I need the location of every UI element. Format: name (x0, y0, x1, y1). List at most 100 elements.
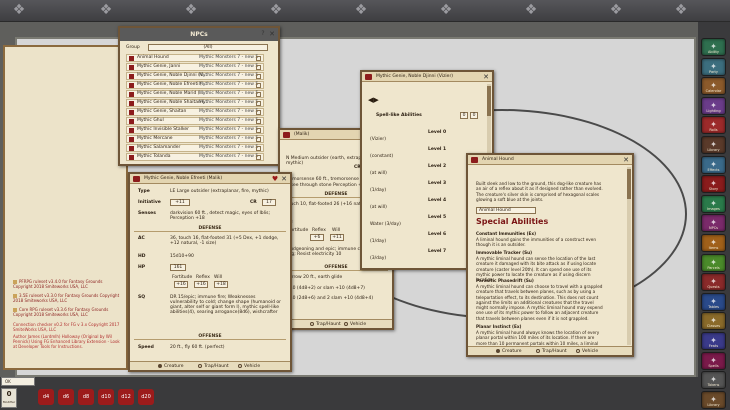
spell-entry[interactable]: (1/day) (370, 188, 386, 193)
npc-list-item[interactable]: Mythic Genie, Noble Efreeti (... Mythic M… (126, 81, 264, 89)
npc-list-item[interactable]: Animal Hound Mythic Monsters 7 - new 5 (126, 54, 264, 62)
reflex-save-field[interactable]: +16 (194, 281, 208, 288)
sidebar-button-library[interactable]: ✦ Library (701, 136, 726, 154)
close-icon[interactable]: ✕ (280, 175, 288, 183)
npc-list-item[interactable]: Mythic Genie, Noble Djinni (V... Mythic M… (126, 72, 264, 80)
sidebar-button-calendar[interactable]: ✦ Calendar (701, 77, 726, 96)
save-field[interactable]: +6 (310, 234, 324, 241)
scrollbar-thumb[interactable] (627, 169, 631, 199)
chat-entry-field[interactable]: OK (1, 377, 35, 386)
will-save-field[interactable]: +18 (214, 281, 228, 288)
npc-list-window[interactable]: NPCs ? ✕ Group (All) Animal Hound Mythic … (118, 26, 280, 166)
sidebar-button-story[interactable]: ✦ Story (701, 175, 726, 194)
initiative-field[interactable]: +11 (170, 199, 190, 206)
chat-log[interactable]: PFRPG ruleset v3.4.0 for Fantasy Grounds… (3, 45, 128, 370)
tab-creature[interactable]: Creature (158, 363, 184, 370)
hp-field[interactable]: 161 (170, 264, 186, 271)
die-d12-icon[interactable]: d12 (118, 389, 134, 405)
npc-list-item[interactable]: Mythic Ghul Mythic Monsters 7 - new 5 (126, 117, 264, 125)
help-icon[interactable]: ? (259, 30, 267, 38)
sidebar-button-ability[interactable]: ✦ Ability (701, 38, 726, 56)
sidebar-button-party[interactable]: ✦ Party (701, 57, 726, 76)
save-field[interactable]: +11 (330, 234, 344, 241)
tab-trap-haunt[interactable]: Trap/Haunt (310, 321, 341, 328)
ability-name: Parasitic Phasedrift (Su) (476, 278, 534, 283)
back-arrow-icon[interactable]: ◀▶ (368, 96, 379, 104)
die-d6-icon[interactable]: d6 (58, 389, 74, 405)
tab-trap-haunt[interactable]: Trap/Haunt (198, 363, 229, 370)
sidebar-button-lighting[interactable]: ✦ Lighting (701, 96, 726, 115)
close-icon[interactable]: ✕ (482, 73, 490, 81)
fort-save-field[interactable]: +16 (174, 281, 188, 288)
share-checkbox[interactable] (256, 74, 261, 79)
npc-list-item[interactable]: Mythic Tolanda Mythic Monsters 7 - new 5 (126, 153, 264, 161)
sidebar-button-images[interactable]: ✦ Images (701, 194, 726, 213)
scrollbar-thumb[interactable] (487, 86, 491, 116)
close-icon[interactable]: ✕ (622, 156, 630, 164)
npc-list-item[interactable]: Mythic Genie, Shaitan Mythic Monsters 7 -… (126, 108, 264, 116)
spell-entry[interactable]: (at will) (370, 171, 387, 176)
npc-sheet-window[interactable]: Mythic Genie, Noble Efreeti (Malik) ♥ ✕ … (128, 172, 292, 372)
share-checkbox[interactable] (256, 110, 261, 115)
scrollbar[interactable] (627, 167, 631, 345)
spell-entry[interactable]: (1/day) (370, 239, 386, 244)
npc-list-item[interactable]: Mythic Mercane Mythic Monsters 7 - new 5 (126, 135, 264, 143)
share-checkbox[interactable] (256, 83, 261, 88)
npc-list-item[interactable]: Mythic Salamander Mythic Monsters 7 - new… (126, 144, 264, 152)
share-checkbox[interactable] (256, 56, 261, 61)
tab-vehicle[interactable]: Vehicle (238, 363, 260, 370)
sidebar-button-items[interactable]: ✦ Items (701, 234, 726, 252)
spell-entry[interactable]: Water (3/day) (370, 222, 401, 227)
share-checkbox[interactable] (256, 146, 261, 151)
die-d4-icon[interactable]: d4 (38, 389, 54, 405)
sidebar-button-npcs[interactable]: ✦ NPCs (701, 214, 726, 233)
spell-count-field[interactable]: 0 (470, 112, 478, 119)
close-icon[interactable]: ✕ (268, 30, 276, 38)
npc-list-item[interactable]: Mythic Genie, Janni Mythic Monsters 7 - n… (126, 63, 264, 71)
share-checkbox[interactable] (256, 155, 261, 160)
name-link[interactable]: Animal Hound (476, 207, 536, 214)
spell-level-label: Level 7 (428, 249, 447, 254)
sidebar-button-tokens[interactable]: ✦ Tokens (701, 371, 726, 390)
sidebar-button-feats[interactable]: ✦ Feats (701, 332, 726, 350)
tab-creature[interactable]: Creature (496, 348, 522, 355)
spell-count-field[interactable]: 0 (460, 112, 468, 119)
npc-sheet-window[interactable]: Animal Hound ✕ Built sleek and low to th… (466, 153, 634, 357)
ability-name: Planar Instinct (Ex) (476, 324, 522, 329)
sidebar-button-classes[interactable]: ✦ Classes (701, 312, 726, 331)
share-checkbox[interactable] (256, 119, 261, 124)
sidebar-button-parcels[interactable]: ✦ Parcels (701, 253, 726, 272)
sidebar-button-rolls[interactable]: ✦ Rolls (701, 116, 726, 135)
senses-value-2: t, see through stone Perception +16 (286, 183, 368, 188)
share-checkbox[interactable] (256, 92, 261, 97)
spell-entry[interactable]: (constant) (370, 154, 393, 159)
sidebar-button-quests[interactable]: ✦ Quests (701, 273, 726, 292)
sidebar-button-library[interactable]: ✦ Library (701, 390, 726, 409)
npc-icon (283, 132, 290, 138)
npc-list-item[interactable]: Mythic Genie, Noble Marid (... Mythic Mon… (126, 90, 264, 98)
tab-vehicle[interactable]: Vehicle (576, 348, 598, 355)
spell-entry[interactable]: (Vizier) (370, 137, 386, 142)
npc-icon (129, 74, 134, 79)
die-d20-icon[interactable]: d20 (138, 389, 154, 405)
modifier-box[interactable]: 0 Modifier (1, 388, 17, 408)
npc-list-item[interactable]: Mythic Genie, Noble Shaitan (... Mythic M… (126, 99, 264, 107)
die-d8-icon[interactable]: d8 (78, 389, 94, 405)
cr-field[interactable]: 17 (262, 199, 276, 206)
group-dropdown[interactable]: (All) (148, 44, 268, 51)
spell-entry[interactable]: (at will) (370, 205, 387, 210)
sidebar-button-tables[interactable]: ✦ Tables (701, 292, 726, 311)
die-d10-icon[interactable]: d10 (98, 389, 114, 405)
sidebar-button-effects[interactable]: ✦ Effects (701, 155, 726, 174)
sidebar-button-spells[interactable]: ✦ Spells (701, 351, 726, 370)
spell-entry[interactable]: (3/day) (370, 256, 386, 261)
share-checkbox[interactable] (256, 65, 261, 70)
npc-group: Mythic Monsters 7 - new 5 (199, 109, 259, 114)
tab-trap-haunt[interactable]: Trap/Haunt (536, 348, 567, 355)
share-checkbox[interactable] (256, 137, 261, 142)
share-checkbox[interactable] (256, 128, 261, 133)
npc-list-item[interactable]: Mythic Invisible Stalker Mythic Monsters … (126, 126, 264, 134)
heart-icon[interactable]: ♥ (271, 175, 279, 183)
share-checkbox[interactable] (256, 101, 261, 106)
tab-vehicle[interactable]: Vehicle (344, 321, 366, 328)
